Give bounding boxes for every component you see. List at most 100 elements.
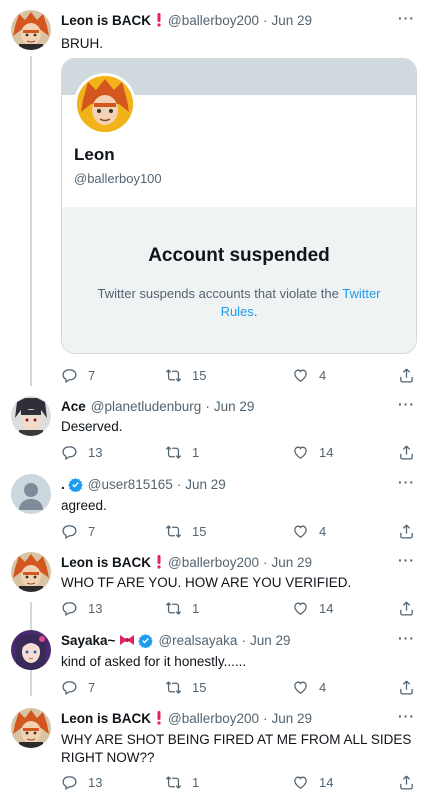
timestamp[interactable]: Jun 29 xyxy=(272,13,313,28)
retweet-button[interactable]: 1 xyxy=(165,774,199,791)
reply-icon xyxy=(62,602,77,617)
avatar[interactable] xyxy=(11,552,51,592)
share-button[interactable] xyxy=(398,444,415,461)
retweet-button[interactable]: 1 xyxy=(165,444,199,461)
more-icon[interactable]: ··· xyxy=(398,396,415,412)
display-name[interactable]: Ace xyxy=(61,399,86,414)
retweet-button[interactable]: 15 xyxy=(165,367,206,384)
timestamp[interactable]: Jun 29 xyxy=(250,633,291,648)
tweet-header: . @user815165 · Jun 29 xyxy=(61,474,389,494)
share-icon xyxy=(400,601,413,616)
tweet-text: agreed. xyxy=(61,498,107,513)
tweet[interactable]: Leon is BACK @ballerboy200 · Jun 29 ··· … xyxy=(0,548,429,626)
share-button[interactable] xyxy=(398,367,415,384)
display-name[interactable]: . xyxy=(61,477,65,492)
separator: · xyxy=(205,398,210,414)
share-button[interactable] xyxy=(398,774,415,791)
ribbon-icon xyxy=(119,633,135,647)
avatar[interactable] xyxy=(11,630,51,670)
share-button[interactable] xyxy=(398,523,415,540)
heart-icon xyxy=(294,369,307,382)
like-button[interactable]: 14 xyxy=(292,774,333,791)
share-button[interactable] xyxy=(398,679,415,696)
reply-count: 7 xyxy=(88,368,96,383)
retweet-count: 1 xyxy=(192,601,200,616)
handle[interactable]: @ballerboy200 xyxy=(168,555,259,570)
avatar[interactable] xyxy=(11,396,51,436)
action-bar: 13 1 14 xyxy=(61,774,415,794)
heart-icon xyxy=(294,602,307,615)
reply-button[interactable]: 7 xyxy=(61,367,95,384)
more-icon[interactable]: ··· xyxy=(398,10,415,26)
avatar[interactable] xyxy=(11,708,51,748)
handle[interactable]: @realsayaka xyxy=(158,633,237,648)
display-name[interactable]: Leon is BACK xyxy=(61,13,151,28)
timestamp[interactable]: Jun 29 xyxy=(272,711,313,726)
profile-card[interactable]: Leon @ballerboy100 Account suspended Twi… xyxy=(61,58,417,354)
tweet-text: kind of asked for it honestly...... xyxy=(61,654,247,669)
heart-icon xyxy=(294,525,307,538)
like-button[interactable]: 14 xyxy=(292,444,333,461)
retweet-count: 15 xyxy=(192,524,207,539)
reply-button[interactable]: 7 xyxy=(61,523,95,540)
exclamation-icon xyxy=(155,13,163,27)
avatar[interactable] xyxy=(11,474,51,514)
retweet-button[interactable]: 15 xyxy=(165,679,206,696)
like-button[interactable]: 4 xyxy=(292,523,326,540)
reply-count: 7 xyxy=(88,680,96,695)
reply-icon xyxy=(62,776,77,791)
suspended-body-end: . xyxy=(253,304,258,319)
tweet[interactable]: Leon is BACK @ballerboy200 · Jun 29 ··· … xyxy=(0,0,429,392)
timestamp[interactable]: Jun 29 xyxy=(185,477,226,492)
more-icon[interactable]: ··· xyxy=(398,474,415,490)
reply-count: 13 xyxy=(88,601,103,616)
tweet-header: Leon is BACK @ballerboy200 · Jun 29 xyxy=(61,708,389,728)
timestamp[interactable]: Jun 29 xyxy=(272,555,313,570)
handle[interactable]: @user815165 xyxy=(88,477,173,492)
heart-icon xyxy=(294,446,307,459)
like-count: 14 xyxy=(319,445,334,460)
action-bar: 13 1 14 xyxy=(61,600,415,620)
tweet[interactable]: Ace @planetludenburg · Jun 29 ··· Deserv… xyxy=(0,392,429,470)
share-icon xyxy=(400,445,413,460)
reply-button[interactable]: 13 xyxy=(61,774,102,791)
separator: · xyxy=(241,632,246,648)
tweet[interactable]: Leon is BACK @ballerboy200 · Jun 29 ··· … xyxy=(0,704,429,800)
exclamation-icon xyxy=(155,555,163,569)
tweet[interactable]: . @user815165 · Jun 29 ··· agreed. 7 15 … xyxy=(0,470,429,548)
reply-count: 13 xyxy=(88,775,103,790)
timestamp[interactable]: Jun 29 xyxy=(214,399,255,414)
retweet-icon xyxy=(165,525,182,538)
suspended-notice: Account suspended Twitter suspends accou… xyxy=(62,207,416,353)
reply-count: 13 xyxy=(88,445,103,460)
display-name[interactable]: Sayaka~ xyxy=(61,633,115,648)
more-icon[interactable]: ··· xyxy=(398,708,415,724)
like-count: 4 xyxy=(319,368,327,383)
more-icon[interactable]: ··· xyxy=(398,552,415,568)
reply-button[interactable]: 13 xyxy=(61,444,102,461)
tweet[interactable]: Sayaka~ @realsayaka · Jun 29 ··· kind of… xyxy=(0,626,429,704)
retweet-icon xyxy=(165,446,182,459)
display-name[interactable]: Leon is BACK xyxy=(61,711,151,726)
reply-button[interactable]: 7 xyxy=(61,679,95,696)
handle[interactable]: @ballerboy200 xyxy=(168,711,259,726)
like-button[interactable]: 4 xyxy=(292,679,326,696)
suspended-title: Account suspended xyxy=(148,245,330,266)
like-button[interactable]: 4 xyxy=(292,367,326,384)
share-button[interactable] xyxy=(398,600,415,617)
reply-icon xyxy=(62,525,77,540)
handle[interactable]: @ballerboy200 xyxy=(168,13,259,28)
suspended-body-text: Twitter suspends accounts that violate t… xyxy=(97,286,343,301)
avatar[interactable] xyxy=(11,10,51,50)
reply-button[interactable]: 13 xyxy=(61,600,102,617)
like-count: 14 xyxy=(319,775,334,790)
like-button[interactable]: 14 xyxy=(292,600,333,617)
retweet-count: 1 xyxy=(192,445,200,460)
retweet-button[interactable]: 15 xyxy=(165,523,206,540)
handle[interactable]: @planetludenburg xyxy=(91,399,202,414)
action-bar: 7 15 4 xyxy=(61,679,415,699)
retweet-button[interactable]: 1 xyxy=(165,600,199,617)
more-icon[interactable]: ··· xyxy=(398,630,415,646)
retweet-count: 1 xyxy=(192,775,200,790)
display-name[interactable]: Leon is BACK xyxy=(61,555,151,570)
